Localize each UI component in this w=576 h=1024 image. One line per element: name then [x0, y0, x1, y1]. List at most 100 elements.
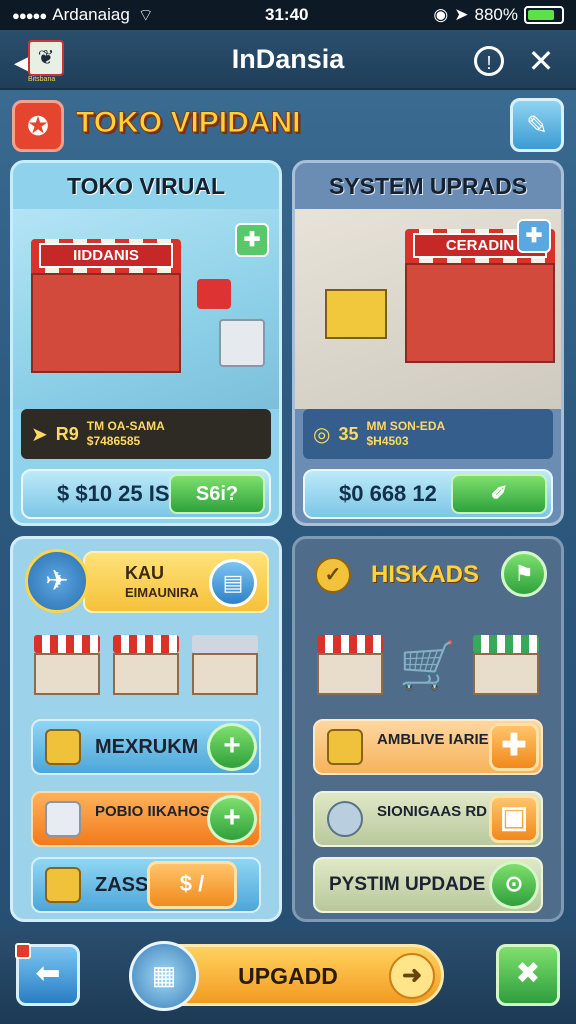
toko-sign: IIDDANIS — [39, 243, 173, 268]
hiskads-icons: 🛒 — [309, 625, 547, 705]
kau-label-box: KAU EIMAUNIRA ▤ — [83, 551, 269, 613]
close-button[interactable]: ✕ — [524, 44, 558, 78]
server-disk-icon — [327, 801, 363, 837]
kau-shop-icons — [27, 625, 265, 705]
card-toko[interactable]: TOKO VIRUAL IIDDANIS ✚ ➤ R9 TM OA-SAMA $… — [10, 160, 282, 526]
hiskads-option-3[interactable]: PYSTIM UPDADE ⊙ — [313, 857, 543, 913]
hiskads-option-3-label: PYSTIM UPDADE — [329, 874, 486, 895]
location-icon: ➤ — [454, 5, 469, 24]
toko-buy-button[interactable]: S6i? — [169, 474, 265, 514]
kau-option-1-label: MEXRUKM — [95, 735, 199, 758]
alarm-icon: ◉ — [433, 5, 449, 24]
app-logo-icon: ❦ — [28, 40, 64, 76]
tool-icon: ✐ — [490, 483, 508, 505]
notification-dot — [15, 943, 31, 959]
kau-ticket-button[interactable]: ▤ — [209, 559, 257, 607]
system-buy-button[interactable]: ✐ — [451, 474, 547, 514]
card-system-title: SYSTEM UPRADS — [328, 173, 528, 199]
kau-option-1[interactable]: MEXRUKM + — [31, 719, 261, 775]
kau-label: KAU — [125, 563, 164, 583]
upgrade-button[interactable]: ▦ UPGADD ➜ — [129, 941, 444, 1011]
shop-icon-2[interactable] — [112, 635, 179, 695]
page-title: InDansia — [231, 43, 345, 74]
bottom-back-button[interactable]: ⬅ — [15, 943, 80, 1006]
system-scene-image: CERADIN ✚ — [295, 209, 561, 409]
battery-percent: 880% — [474, 5, 518, 24]
kau-category: KAU EIMAUNIRA ▤ ✈ — [23, 545, 269, 615]
tools-icon: ✖ — [515, 957, 541, 990]
left-arrow-icon: ⬅ — [35, 957, 61, 990]
gold-stack-icon — [45, 867, 81, 903]
basket-icon — [197, 279, 231, 309]
title-bar: ◀ ❦ Bitsbana InDansia ! ✕ — [0, 30, 576, 90]
coin-icon: ◎ — [313, 423, 331, 446]
toko-level: R9 — [55, 423, 79, 444]
info-button[interactable]: ! — [474, 46, 504, 76]
ticket-icon: ▤ — [222, 570, 244, 595]
arrow-up-icon: ➤ — [31, 423, 48, 446]
coins-icon — [45, 729, 81, 765]
card-hiskads: ✓ HISKADS ⚑ 🛒 AMBLIVE IARIE IIOIII ✚ SIO… — [292, 536, 564, 922]
close-icon: ✕ — [527, 43, 555, 79]
shop-title: TOKO VIPIDANI — [75, 106, 301, 140]
shop-icon-1[interactable] — [33, 635, 100, 695]
card-toko-title: TOKO VIRUAL — [66, 173, 226, 199]
bottom-bar: ⬅ ▦ UPGADD ➜ ✖ — [0, 930, 576, 1024]
market-icon[interactable] — [472, 635, 539, 695]
server-icon — [219, 319, 265, 367]
kau-option-3[interactable]: ZASSG $ / — [31, 857, 261, 913]
cart-icon[interactable]: 🛒 — [399, 635, 456, 695]
checkmark-coin-icon: ✓ — [315, 557, 351, 593]
kau-option-3-button[interactable]: $ / — [147, 861, 237, 909]
hiskads-option-1[interactable]: AMBLIVE IARIE IIOIII ✚ — [313, 719, 543, 775]
shop-badge-icon[interactable]: ✪ — [12, 100, 64, 152]
clock: 31:40 — [265, 5, 309, 24]
kau-option-2-add-button[interactable]: + — [207, 795, 257, 843]
system-add-button[interactable]: ✚ — [517, 219, 551, 253]
hiskads-option-1-button[interactable]: ✚ — [489, 723, 539, 771]
stall-icon — [325, 289, 387, 339]
hiskads-option-2-button[interactable]: ▣ — [489, 795, 539, 843]
logo-caption: Bitsbana — [28, 76, 56, 83]
wifi-icon: ⌔ — [137, 5, 154, 25]
toko-stat-line1: TM OA-SAMA — [86, 419, 165, 433]
battery-icon — [524, 6, 564, 24]
toko-price-row: $ $10 25 IS S6i? — [21, 469, 271, 519]
toko-stats: ➤ R9 TM OA-SAMA $7486585 — [21, 409, 271, 459]
shop-header: ✪ TOKO VIPIDANI ✎ — [12, 98, 564, 154]
system-stats: ◎ 35 MM SON-EDA $H4503 — [303, 409, 553, 459]
kau-sublabel: EIMAUNIRA — [125, 585, 199, 600]
toko-scene-image: IIDDANIS ✚ — [13, 209, 279, 409]
info-icon: ! — [486, 53, 492, 73]
system-stat-line2: $H4503 — [366, 434, 409, 448]
kau-option-2[interactable]: POBIO IIKAHOS DOIA + — [31, 791, 261, 847]
hiskads-option-2[interactable]: SIONIGAAS RD ▣ — [313, 791, 543, 847]
kau-option-1-add-button[interactable]: + — [207, 723, 257, 771]
system-price-row: $0 668 12 ✐ — [303, 469, 553, 519]
shop-icon-3[interactable] — [192, 635, 259, 695]
card-system[interactable]: SYSTEM UPRADS CERADIN ✚ ◎ 35 MM SON-EDA … — [292, 160, 564, 526]
toko-stat-line2: $7486585 — [86, 434, 141, 448]
document-icon — [45, 801, 81, 837]
flag-icon: ⚑ — [514, 561, 534, 586]
edit-button[interactable]: ✎ — [510, 98, 564, 152]
hiskads-flag-button[interactable]: ⚑ — [501, 551, 547, 597]
card-kau: KAU EIMAUNIRA ▤ ✈ MEXRUKM + POBIO IIKAHO… — [10, 536, 282, 922]
stall-icon-1[interactable] — [317, 635, 384, 695]
pencil-icon: ✎ — [526, 110, 548, 140]
signal-icon: ●●●●● — [12, 7, 47, 23]
hiskads-title: HISKADS — [371, 561, 480, 588]
rocket-icon: ✈ — [25, 549, 89, 613]
toko-building: IIDDANIS — [31, 239, 181, 379]
hiskads-option-2-label: SIONIGAAS RD — [377, 803, 488, 820]
right-arrow-icon: ➜ — [389, 953, 435, 999]
system-level: 35 — [338, 423, 359, 444]
hiskads-option-3-button[interactable]: ⊙ — [489, 861, 539, 909]
lock-coins-icon — [327, 729, 363, 765]
carrier-name: Ardanaiag — [52, 5, 130, 24]
status-bar: ●●●●● Ardanaiag ⌔ 31:40 ◉ ➤ 880% — [0, 0, 576, 30]
tools-button[interactable]: ✖ — [496, 944, 560, 1006]
system-stat-line1: MM SON-EDA — [366, 419, 446, 433]
back-button[interactable]: ◀ ❦ Bitsbana — [14, 40, 66, 83]
toko-add-button[interactable]: ✚ — [235, 223, 269, 257]
